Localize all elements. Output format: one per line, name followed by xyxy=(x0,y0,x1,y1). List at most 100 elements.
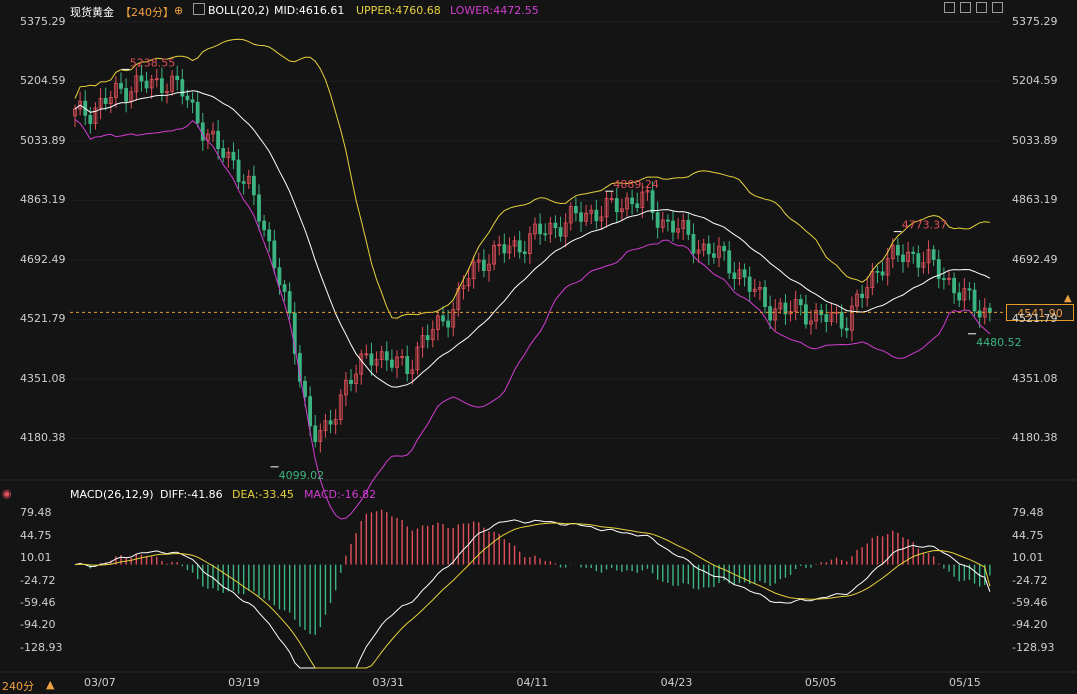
candle-body xyxy=(901,254,905,263)
candle-body xyxy=(952,277,957,294)
candle-body xyxy=(630,197,635,205)
y-tick-left: 4180.38 xyxy=(20,431,66,445)
maximize-icon[interactable] xyxy=(992,2,1003,13)
candle-body xyxy=(706,243,711,255)
list-view-icon[interactable] xyxy=(976,2,987,13)
x-tick: 03/19 xyxy=(228,676,260,689)
macd-dea: DEA:-33.45 xyxy=(232,488,294,501)
macd-y-tick-right: -24.72 xyxy=(1012,573,1048,587)
candle-body xyxy=(200,122,205,141)
candle-body xyxy=(543,233,548,236)
candle-body xyxy=(711,253,716,258)
candle-body xyxy=(282,284,287,292)
candle-body xyxy=(139,75,144,82)
candle-body xyxy=(972,289,977,312)
candle-body xyxy=(671,220,675,233)
candle-body xyxy=(195,101,200,124)
candle-body xyxy=(987,307,992,313)
candle-body xyxy=(481,259,486,271)
period-up-arrow-icon[interactable]: ▲ xyxy=(46,678,54,691)
period-tag[interactable]: 【240分】 xyxy=(120,4,174,20)
boll-upper: UPPER:4760.68 xyxy=(356,4,441,17)
candle-body xyxy=(686,219,691,235)
candle-body xyxy=(880,271,885,276)
macd-diff: DIFF:-41.86 xyxy=(160,488,223,501)
candle-body xyxy=(389,359,394,368)
settings-icon[interactable]: ⊕ xyxy=(174,4,183,17)
candle-body xyxy=(558,227,563,237)
candle-body xyxy=(722,245,727,252)
macd-y-tick-left: 79.48 xyxy=(20,506,52,520)
macd-y-tick-left: 44.75 xyxy=(20,528,52,542)
candle-body xyxy=(538,223,543,235)
candle-body xyxy=(860,293,865,298)
candle-body xyxy=(911,251,916,255)
price-up-arrow-icon[interactable]: ▲ xyxy=(1064,293,1072,304)
macd-y-tick-right: -59.46 xyxy=(1012,596,1048,610)
candle-body xyxy=(573,206,578,214)
candle-body xyxy=(216,130,221,150)
x-tick: 05/15 xyxy=(949,676,981,689)
candle-body xyxy=(349,379,353,385)
x-tick: 04/11 xyxy=(516,676,549,689)
split-view-icon[interactable] xyxy=(960,2,971,13)
macd-y-tick-right: -94.20 xyxy=(1012,618,1048,632)
candle-body xyxy=(803,304,808,325)
candle-body xyxy=(614,198,619,213)
candle-body xyxy=(241,181,246,184)
y-tick-left: 5204.59 xyxy=(20,74,66,88)
candle-body xyxy=(236,159,241,183)
candle-body xyxy=(262,220,267,231)
candle-body xyxy=(732,272,737,279)
y-tick-right: 4521.79 xyxy=(1012,312,1058,326)
candle-body xyxy=(763,287,767,308)
macd-diff-line xyxy=(74,519,991,669)
annotation-label: 4889.24 xyxy=(613,178,659,191)
annotation-label: 4773.37 xyxy=(902,219,948,232)
indicator-toggle-icon[interactable] xyxy=(193,3,205,15)
candle-body xyxy=(405,356,410,374)
annotation-label: 5238.55 xyxy=(130,56,176,69)
macd-value: MACD:-16.82 xyxy=(304,488,377,501)
x-tick: 03/31 xyxy=(372,676,405,689)
crosshair-icon[interactable] xyxy=(944,2,955,13)
x-tick: 04/23 xyxy=(660,676,693,689)
y-tick-right: 5375.29 xyxy=(1012,14,1058,28)
boll-label[interactable]: BOLL(20,2) xyxy=(208,4,269,17)
candle-body xyxy=(798,299,803,306)
candle-body xyxy=(384,351,389,361)
y-tick-right: 4351.08 xyxy=(1012,371,1058,385)
macd-target-icon[interactable]: ◉ xyxy=(2,487,12,500)
candle-body xyxy=(665,219,670,222)
candle-body xyxy=(272,240,277,269)
macd-label[interactable]: MACD(26,12,9) xyxy=(70,488,154,501)
candle-body xyxy=(313,425,318,442)
candle-body xyxy=(328,420,333,425)
y-tick-right: 4180.38 xyxy=(1012,431,1058,445)
boll-lower: LOWER:4472.55 xyxy=(450,4,539,17)
candle-body xyxy=(655,212,660,228)
candle-body xyxy=(425,335,430,341)
candle-body xyxy=(446,320,451,328)
candle-body xyxy=(691,234,696,254)
candle-body xyxy=(522,251,527,255)
candle-body xyxy=(977,310,982,318)
candle-body xyxy=(650,190,655,214)
macd-y-tick-right: -128.93 xyxy=(1012,640,1055,654)
symbol-name: 现货黄金 xyxy=(70,6,114,19)
candle-body xyxy=(635,203,640,209)
candle-body xyxy=(308,396,313,427)
candle-body xyxy=(517,240,522,253)
macd-y-tick-left: -128.93 xyxy=(20,640,63,654)
footer-period[interactable]: 240分 xyxy=(2,678,34,694)
candle-body xyxy=(277,267,282,286)
chart-svg: 5238.55 4099.02 4889.24 4773.37 4480.52 xyxy=(0,21,1077,673)
macd-y-tick-left: 10.01 xyxy=(20,551,52,565)
candle-body xyxy=(875,270,880,273)
annotation-label: 4099.02 xyxy=(279,469,325,482)
candle-body xyxy=(369,353,374,366)
candle-body xyxy=(957,292,962,301)
candle-body xyxy=(159,78,164,94)
candle-body xyxy=(768,306,773,321)
candle-body xyxy=(895,244,900,256)
